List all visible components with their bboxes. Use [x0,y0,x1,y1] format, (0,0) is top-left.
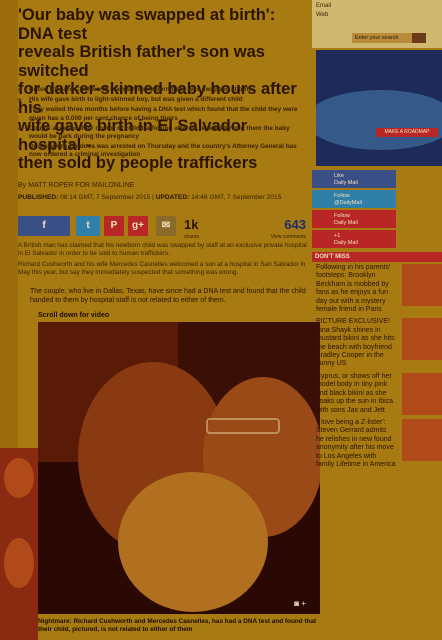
pinterest-icon: P [110,220,118,231]
article-photo[interactable]: ◙ + [38,322,320,614]
share-count: 1k shares [184,216,199,240]
share-twitter-button[interactable]: t [76,216,100,236]
story-text: 'I love being a Z-lister': Steven Gerrar… [316,418,396,468]
ghost-shape [4,458,34,498]
social-sub: @DailyMail [334,199,362,206]
social-label: Follow [334,193,350,199]
story-text: Following in his parents' footsteps: Bro… [316,264,391,314]
social-twitter-follow[interactable]: Follow @DailyMail [312,190,396,208]
google-plus-icon: g+ [132,220,144,231]
photo-baby [118,472,268,612]
left-ghost-image [0,448,38,640]
facebook-icon: f [42,220,46,231]
share-bar: f t P g+ ✉ 1k shares 643 View comments [18,216,308,240]
social-label: +1 [334,233,341,239]
sidebar-story[interactable]: Following in his parents' footsteps: Bro… [316,264,442,314]
newsletter-row: Email [316,3,332,9]
updated-label: UPDATED: [155,194,190,201]
view-comments[interactable]: 643 View comments [271,216,306,240]
share-email-button[interactable]: ✉ [156,216,176,236]
social-label: Follow [334,213,350,219]
share-count-label: shares [184,234,200,240]
mail-icon: ✉ [161,220,171,231]
social-sub: Daily Mail [334,179,358,186]
updated-value: 14:46 GMT, 7 September 2015 [191,194,282,201]
social-sub: Daily Mail [334,239,358,246]
published-info: PUBLISHED: 08:14 GMT, 7 September 2015 |… [18,194,282,201]
video-intro-caption: The couple, who live in Dallas, Texas, h… [30,288,306,304]
comments-count: 643 [284,217,306,232]
story-thumbnail[interactable] [402,264,442,306]
story-thumbnail[interactable] [402,372,442,415]
bullet-item: Couple accused their doctor of child tra… [18,125,308,141]
ad-banner[interactable] [316,50,442,166]
published-label: PUBLISHED: [18,194,59,201]
social-pinterest-follow[interactable]: Follow Daily Mail [312,210,396,228]
bullet-item: His wife gave birth to light-skinned boy… [18,96,308,104]
article-body: A British man has claimed that his newbo… [18,242,310,280]
summary-bullets: Briton Richard Cushworth claims his newb… [18,86,308,162]
sidebar-story[interactable]: Cyprus, or shows off her model body in t… [316,372,442,415]
sidebar-story[interactable]: PICTURE EXCLUSIVE! Irina Shayk shines in… [316,318,442,368]
camera-icon: ◙ + [294,599,306,608]
ad-graphic [316,90,442,150]
share-google-plus-button[interactable]: g+ [128,216,148,236]
social-google-plus[interactable]: +1 Daily Mail [312,230,396,248]
sidebar-stories: Following in his parents' footsteps: Bro… [316,264,442,473]
social-follow-list: Like Daily Mail Follow @DailyMail Follow Da… [312,170,396,250]
search-go-button[interactable] [412,33,426,43]
social-sub: Daily Mail [334,219,358,226]
share-pinterest-button[interactable]: P [104,216,124,236]
story-thumbnail[interactable] [402,318,442,361]
bullet-item: They waited three months before having a… [18,106,308,122]
twitter-icon: t [86,220,90,231]
search-input[interactable]: Enter your search [352,33,415,43]
byline[interactable]: By MATT ROPER FOR MAILONLINE [18,182,134,189]
published-value: 08:14 GMT, 7 September 2015 [60,194,151,201]
share-facebook-button[interactable]: f [18,216,70,236]
sidebar-story[interactable]: 'I love being a Z-lister': Steven Gerrar… [316,418,442,469]
story-text: Cyprus, or shows off her model body in t… [316,372,394,414]
ad-button[interactable]: MAKE A ROADMAP [376,128,438,137]
ghost-shape [4,538,34,588]
headline-line: reveals British father's son was switche… [18,43,265,80]
photo-caption: Nightmare: Richard Cushworth and Mercede… [38,618,317,633]
headline-line: 'Our baby was swapped at birth': DNA tes… [18,6,276,43]
social-label: Like [334,173,345,179]
bullet-item: Briton Richard Cushworth claims his newb… [18,86,308,94]
page: 'Our baby was swapped at birth': DNA tes… [0,0,442,640]
story-thumbnail[interactable] [402,418,442,461]
social-facebook-like[interactable]: Like Daily Mail [312,170,396,188]
body-paragraph: A British man has claimed that his newbo… [18,242,307,257]
bullet-item: Dr Alejandro Cordova was arrested on Thu… [18,143,308,159]
scroll-video-label: Scroll down for video [38,312,110,319]
story-text: PICTURE EXCLUSIVE! Irina Shayk shines in… [316,318,395,368]
newsletter-row: Web [316,12,329,18]
comments-label: View comments [270,234,306,240]
dont-miss-header: DON'T MISS [312,252,442,262]
photo-glasses [206,418,280,434]
body-paragraph: Richard Cushworth and his wife Mercedes … [18,261,306,276]
share-count-number: 1k [184,217,199,232]
